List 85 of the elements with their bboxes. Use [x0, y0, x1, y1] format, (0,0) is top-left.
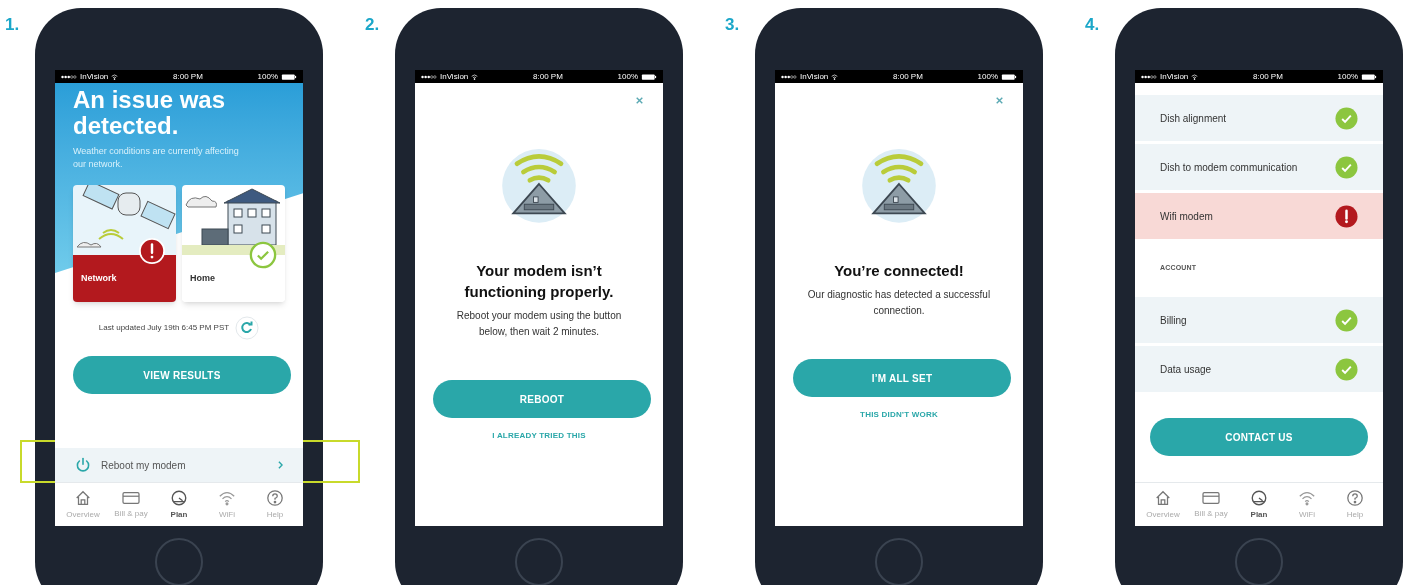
battery-icon — [1361, 73, 1377, 80]
card-icon — [1201, 489, 1221, 506]
step-number: 1. — [5, 14, 21, 36]
tab-item[interactable]: WiFi — [204, 488, 250, 521]
signal-icon — [781, 74, 797, 79]
wifi-icon — [831, 73, 839, 80]
close-icon[interactable] — [996, 97, 1003, 104]
screen-title: An issue was detected. — [73, 87, 227, 139]
primary-button[interactable]: I’M ALL SET — [793, 359, 1011, 397]
tab-item[interactable]: Help — [252, 488, 298, 521]
signal-icon — [1141, 74, 1157, 79]
chevron-icon — [278, 461, 283, 469]
help-icon — [1346, 488, 1364, 507]
signal-icon — [421, 74, 437, 79]
diagnostic-row[interactable]: Dish to modem communication — [1135, 144, 1383, 190]
check-icon — [1335, 155, 1358, 179]
dialog-title: You’re connected! — [833, 261, 965, 281]
tab-item[interactable]: WiFi — [1284, 488, 1330, 521]
alert-icon — [1335, 204, 1358, 228]
reboot-row[interactable]: Reboot my modem — [55, 448, 303, 482]
wifi-icon — [1191, 73, 1199, 80]
home-button[interactable] — [515, 538, 563, 585]
secondary-link[interactable]: I ALREADY TRIED THIS — [492, 430, 586, 442]
power-icon — [75, 457, 91, 473]
battery-percent: 100% — [257, 71, 278, 82]
check-icon — [1335, 308, 1358, 332]
diagnostic-row[interactable]: Data usage — [1135, 346, 1383, 392]
gauge-icon — [1250, 488, 1268, 507]
status-card[interactable]: Home — [182, 185, 285, 302]
battery-percent: 100% — [617, 71, 638, 82]
wifi-icon — [111, 73, 119, 80]
refresh-icon[interactable] — [235, 316, 260, 340]
battery-icon — [281, 73, 297, 80]
check-icon — [249, 241, 277, 269]
step-number: 3. — [725, 14, 741, 36]
view-results-button[interactable]: VIEW RESULTS — [73, 356, 291, 394]
close-icon[interactable] — [636, 97, 643, 104]
dialog-message: Reboot your modem using the button below, then wait 2 minutes. — [455, 309, 623, 339]
last-updated: Last updated July 19th 6:45 PM PST — [98, 322, 230, 334]
step-number: 2. — [365, 14, 381, 36]
carrier-name: InVision — [440, 71, 469, 82]
check-icon — [1335, 106, 1358, 130]
carrier-name: InVision — [80, 71, 109, 82]
battery-icon — [641, 73, 657, 80]
card-label: Home — [190, 271, 215, 285]
status-time: 8:00 PM — [893, 71, 923, 82]
wifi-icon — [471, 73, 479, 80]
card-label: Network — [81, 271, 117, 285]
tab-item[interactable]: Help — [1332, 488, 1378, 521]
contact-us-button[interactable]: CONTACT US — [1150, 418, 1368, 456]
dialog-title: Your modem isn’t functioning properly. — [463, 261, 615, 302]
alert-icon — [138, 237, 166, 265]
home-button[interactable] — [155, 538, 203, 585]
diagnostic-row[interactable]: Billing — [1135, 297, 1383, 343]
carrier-name: InVision — [1160, 71, 1189, 82]
tab-item[interactable]: Plan — [156, 488, 202, 521]
status-time: 8:00 PM — [1253, 71, 1283, 82]
secondary-link[interactable]: THIS DIDN’T WORK — [860, 409, 938, 421]
battery-percent: 100% — [1337, 71, 1358, 82]
gauge-icon — [170, 488, 188, 507]
tab-item[interactable]: Bill & pay — [108, 489, 154, 520]
help-icon — [266, 488, 284, 507]
carrier-name: InVision — [800, 71, 829, 82]
status-time: 8:00 PM — [173, 71, 203, 82]
check-icon — [1335, 357, 1358, 381]
dialog-message: Our diagnostic has detected a successful connection. — [806, 288, 992, 318]
screen-subtitle: Weather conditions are currently affecting our network. — [73, 145, 240, 171]
primary-button[interactable]: REBOOT — [433, 380, 651, 418]
home-button[interactable] — [875, 538, 923, 585]
status-time: 8:00 PM — [533, 71, 563, 82]
status-card[interactable]: Network — [73, 185, 176, 302]
diagnostic-row[interactable]: Wifi modem — [1135, 193, 1383, 239]
card-icon — [121, 489, 141, 506]
tab-item[interactable]: Plan — [1236, 488, 1282, 521]
home-icon — [74, 488, 92, 507]
tab-item[interactable]: Overview — [60, 488, 106, 521]
battery-percent: 100% — [977, 71, 998, 82]
step-number: 4. — [1085, 14, 1101, 36]
battery-icon — [1001, 73, 1017, 80]
tab-item[interactable]: Bill & pay — [1188, 489, 1234, 520]
home-button[interactable] — [1235, 538, 1283, 585]
home-icon — [1154, 488, 1172, 507]
tab-item[interactable]: Overview — [1140, 488, 1186, 521]
signal-icon — [61, 74, 77, 79]
diagnostic-row[interactable]: Dish alignment — [1135, 95, 1383, 141]
